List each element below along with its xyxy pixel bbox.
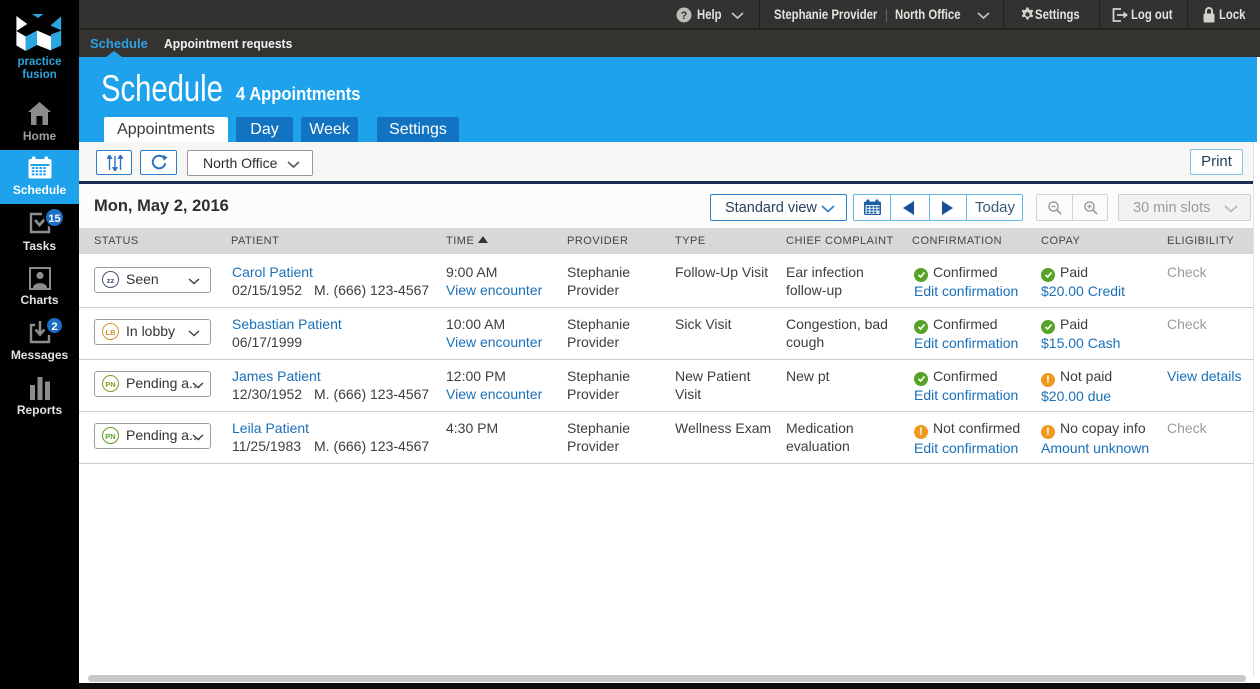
svg-text:?: ? <box>681 10 688 22</box>
